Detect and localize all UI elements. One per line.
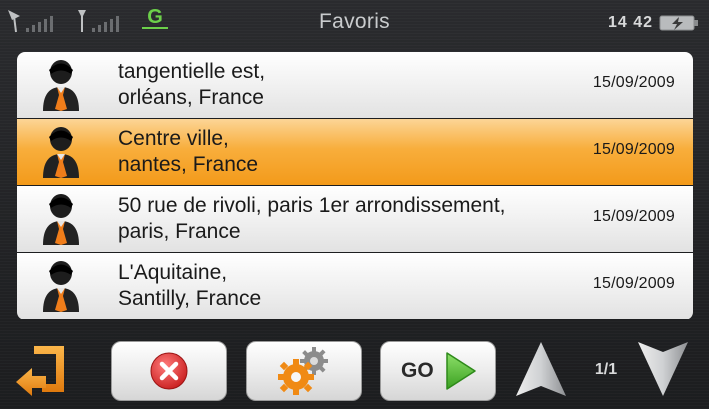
favorite-address: tangentielle est, orléans, France (118, 59, 588, 111)
address-line-1: L'Aquitaine, (118, 261, 228, 284)
person-icon (43, 261, 79, 312)
go-button[interactable]: GO (380, 341, 496, 401)
person-icon (43, 194, 79, 245)
page-down-icon[interactable] (634, 340, 692, 398)
person-icon (43, 60, 79, 111)
address-line-1: Centre ville, (118, 127, 229, 150)
favorite-address: 50 rue de rivoli, paris 1er arrondisseme… (118, 193, 588, 245)
person-icon (43, 127, 79, 178)
delete-button[interactable] (111, 341, 227, 401)
favorite-row[interactable]: tangentielle est, orléans, France 15/09/… (17, 52, 693, 118)
page-title: Favoris (319, 10, 390, 33)
address-line-2: Santilly, France (118, 287, 262, 310)
favorite-date: 15/09/2009 (592, 74, 675, 91)
clock: 14 42 (607, 14, 653, 31)
address-line-1: 50 rue de rivoli, paris 1er arrondisseme… (118, 194, 506, 217)
favorite-row[interactable]: Centre ville, nantes, France 15/09/2009 (17, 119, 693, 185)
favorite-row[interactable]: L'Aquitaine, Santilly, France 15/09/2009 (17, 253, 693, 319)
favorite-date: 15/09/2009 (592, 141, 675, 158)
page-indicator: 1/1 (594, 361, 618, 378)
address-line-2: nantes, France (118, 153, 259, 176)
battery-charging-icon (659, 15, 698, 31)
go-arrow-icon (446, 352, 476, 390)
address-line-2: paris, France (118, 220, 241, 243)
favorites-screen: G Favoris 14 42 tangentielle est, orléan… (0, 0, 709, 409)
favorite-address: Centre ville, nantes, France (118, 126, 588, 178)
favorites-list: tangentielle est, orléans, France 15/09/… (17, 52, 693, 320)
favorite-date: 15/09/2009 (592, 208, 675, 225)
settings-gears-icon (278, 347, 328, 395)
settings-button[interactable] (246, 341, 362, 401)
back-arrow-icon[interactable] (12, 342, 70, 398)
status-bar: G Favoris 14 42 (0, 0, 709, 44)
favorite-row[interactable]: 50 rue de rivoli, paris 1er arrondisseme… (17, 186, 693, 252)
favorite-date: 15/09/2009 (592, 275, 675, 292)
favorite-address: L'Aquitaine, Santilly, France (118, 260, 588, 312)
page-up-icon[interactable] (512, 340, 570, 398)
delete-icon (150, 352, 188, 390)
go-label: GO (401, 359, 434, 382)
address-line-1: tangentielle est, (118, 60, 266, 83)
address-line-2: orléans, France (118, 86, 264, 109)
